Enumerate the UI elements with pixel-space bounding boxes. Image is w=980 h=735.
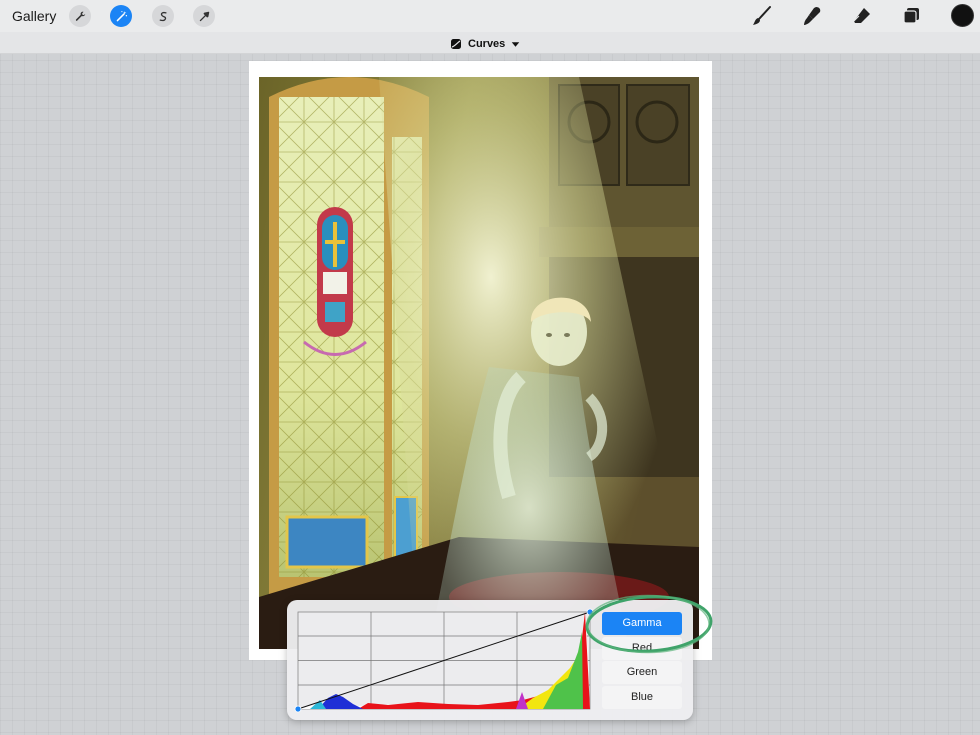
- caret-down-icon: [512, 41, 520, 47]
- wrench-icon: [75, 11, 85, 21]
- histogram-curve-chart[interactable]: [294, 608, 594, 713]
- arrow-cursor-icon: [199, 11, 209, 21]
- top-toolbar: Gallery: [0, 0, 980, 32]
- curve-point-black[interactable]: [294, 705, 302, 713]
- artwork-image[interactable]: [259, 77, 699, 649]
- actions-button[interactable]: [69, 5, 91, 27]
- layers-icon[interactable]: [901, 5, 923, 27]
- color-picker-button[interactable]: [951, 4, 974, 27]
- adjustment-menu[interactable]: Curves: [450, 37, 520, 51]
- artwork-illustration: [259, 77, 699, 649]
- brush-icon[interactable]: [751, 5, 773, 27]
- adjustment-bar: Curves: [0, 32, 980, 54]
- channel-blue-button[interactable]: Blue: [602, 685, 682, 709]
- eraser-icon[interactable]: [851, 5, 873, 27]
- channel-green-button[interactable]: Green: [602, 661, 682, 684]
- adjustments-button[interactable]: [110, 5, 132, 27]
- adjustment-title: Curves: [468, 38, 506, 50]
- selection-button[interactable]: [152, 5, 174, 27]
- smudge-icon[interactable]: [801, 5, 823, 27]
- curve-graph[interactable]: [294, 608, 594, 713]
- annotation-highlight-ring: [583, 593, 715, 655]
- transform-button[interactable]: [193, 5, 215, 27]
- selection-s-icon: [159, 11, 167, 21]
- magic-wand-icon: [116, 10, 127, 21]
- gallery-button[interactable]: Gallery: [12, 8, 56, 24]
- adjustment-layer-icon: [451, 39, 461, 49]
